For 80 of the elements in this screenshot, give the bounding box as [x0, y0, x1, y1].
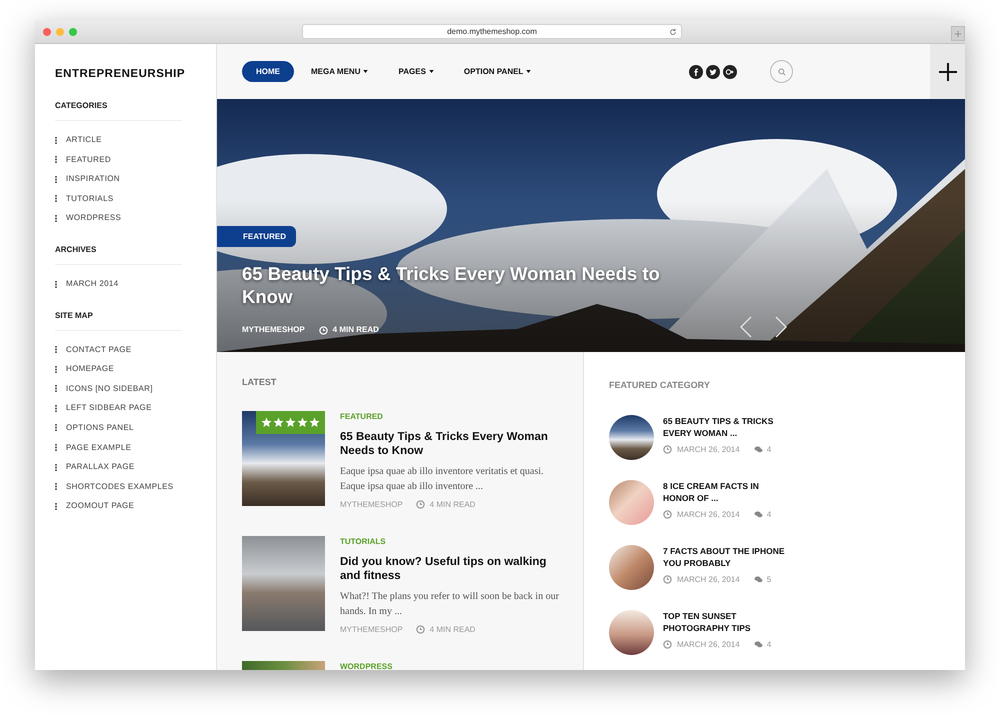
nav-link[interactable]: HOME	[242, 61, 294, 82]
comment-count: 4	[766, 638, 772, 650]
twitter-icon[interactable]	[706, 64, 720, 78]
caret-icon	[526, 70, 532, 73]
address-bar[interactable]: demo.mythemeshop.com	[302, 24, 682, 39]
sidebar-link[interactable]: HOMEPAGE	[66, 363, 114, 376]
url-text: demo.mythemeshop.com	[447, 26, 537, 38]
star-icon	[261, 416, 272, 428]
post-title[interactable]: 8 ICE CREAM FACTS IN HONOR OF ...	[663, 480, 789, 504]
section-heading: SITE MAP	[55, 310, 182, 331]
star-icon	[273, 416, 284, 428]
post-title[interactable]: 65 BEAUTY TIPS & TRICKS EVERY WOMAN ...	[663, 414, 789, 438]
sidebar-link[interactable]: FEATURED	[66, 154, 111, 166]
comments-icon	[754, 576, 763, 583]
clock-icon	[416, 500, 425, 509]
author-name[interactable]: MYTHEMESHOP	[242, 324, 305, 336]
caret-icon	[428, 70, 434, 73]
post-thumbnail[interactable]	[609, 414, 654, 460]
nav-link[interactable]: OPTION PANEL	[464, 61, 532, 82]
sidebar-link[interactable]: ARTICLE	[66, 134, 102, 146]
facebook-icon[interactable]	[689, 64, 704, 78]
sidebar-link[interactable]: CONTACT PAGE	[66, 344, 132, 356]
star-icon	[285, 416, 296, 428]
section-heading: LATEST	[242, 376, 278, 389]
post-excerpt: What?! The plans you refer to will soon be back in our hands. In my ...	[340, 590, 560, 618]
comments-icon	[754, 446, 763, 453]
section-heading: ARCHIVES	[55, 244, 182, 266]
post-title[interactable]: 65 Beauty Tips & Tricks Every Woman Needs to Know	[340, 430, 565, 458]
clock-icon	[318, 326, 328, 334]
post-excerpt: Eaque ipsa quae ab illo inventore veritatis et quasi. Eaque ipsa quae ab illo inventore ...	[340, 464, 545, 494]
post-thumbnail[interactable]	[609, 544, 654, 590]
section-heading: CATEGORIES	[55, 100, 182, 122]
site-title[interactable]: ENTREPRENEURSHIP	[55, 66, 216, 84]
star-icon	[297, 416, 308, 428]
sidebar-link[interactable]: LEFT SIDBEAR PAGE	[66, 402, 152, 414]
caret-icon	[363, 70, 368, 73]
read-time: 4 MIN READ	[430, 498, 476, 510]
comment-count: 4	[766, 508, 772, 520]
sidebar-link[interactable]: INSPIRATION	[66, 173, 120, 186]
nav-link[interactable]: PAGES	[398, 61, 434, 82]
post-date: MARCH 26, 2014	[677, 638, 740, 650]
post-thumbnail[interactable]	[609, 480, 654, 524]
sidebar-link[interactable]: PAGE EXAMPLE	[66, 442, 132, 454]
post-title[interactable]: 7 FACTS ABOUT THE IPHONE YOU PROBABLY	[663, 544, 789, 568]
reload-icon[interactable]	[669, 28, 677, 36]
clock-icon	[416, 625, 425, 634]
googleplus-icon[interactable]	[723, 64, 738, 78]
comment-count: 5	[766, 574, 772, 586]
clock-icon	[663, 575, 672, 584]
post-thumbnail[interactable]	[609, 610, 654, 654]
sidebar-link[interactable]: SHORTCODES EXAMPLES	[66, 480, 174, 493]
section-heading: FEATURED CATEGORY	[609, 379, 711, 392]
post-date: MARCH 26, 2014	[677, 508, 740, 520]
category-badge[interactable]: FEATURED	[217, 226, 296, 247]
sidebar-link[interactable]: MARCH 2014	[66, 278, 118, 290]
sidebar-link[interactable]: PARALLAX PAGE	[66, 461, 135, 474]
clock-icon	[663, 510, 672, 519]
comments-icon	[754, 641, 763, 648]
expand-button[interactable]	[930, 44, 965, 99]
post-date: MARCH 26, 2014	[677, 574, 740, 586]
read-time: 4 MIN READ	[332, 324, 379, 336]
star-icon	[309, 416, 320, 428]
comment-count: 4	[766, 444, 772, 456]
sidebar-link[interactable]: ZOOMOUT PAGE	[66, 500, 134, 512]
read-time: 4 MIN READ	[430, 624, 476, 636]
sidebar-link[interactable]: TUTORIALS	[66, 192, 114, 205]
clock-icon	[663, 445, 672, 454]
sidebar-link[interactable]: ICONS [NO SIDEBAR]	[66, 382, 153, 395]
sidebar-link[interactable]: OPTIONS PANEL	[66, 422, 134, 434]
comments-icon	[754, 511, 763, 518]
post-title[interactable]: Did you know? Useful tips on walking and fitness	[340, 554, 565, 584]
clock-icon	[663, 640, 672, 649]
plus-icon	[954, 30, 962, 38]
plus-icon	[938, 62, 958, 82]
post-photo[interactable]	[242, 410, 325, 506]
search-icon	[778, 68, 786, 76]
nav-link[interactable]: MEGA MENU	[311, 61, 368, 82]
post-title[interactable]: TOP TEN SUNSET PHOTOGRAPHY TIPS	[663, 610, 789, 634]
post-date: MARCH 26, 2014	[677, 444, 740, 456]
sidebar-link[interactable]: WORDPRESS	[66, 212, 122, 224]
